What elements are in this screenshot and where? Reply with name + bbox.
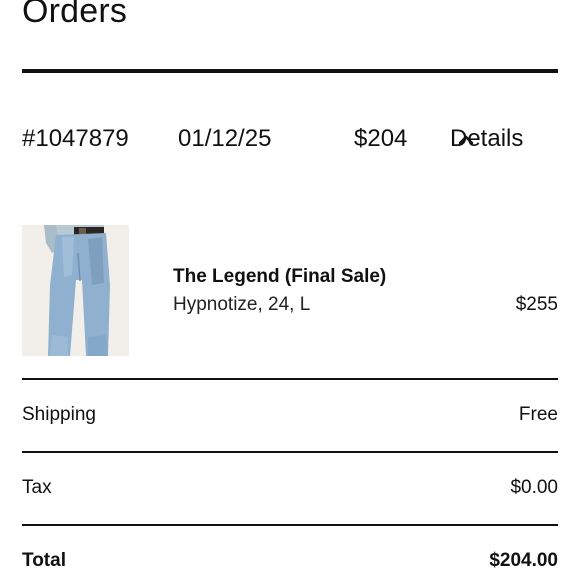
divider	[22, 378, 558, 380]
order-amount: $204	[354, 125, 408, 152]
divider	[22, 524, 558, 526]
tax-label: Tax	[22, 477, 52, 498]
page-title: Orders	[22, 0, 128, 30]
product-image[interactable]	[22, 225, 129, 356]
tax-value: $0.00	[510, 477, 558, 498]
order-date: 01/12/25	[178, 125, 272, 152]
order-number: #1047879	[22, 125, 129, 152]
divider	[22, 451, 558, 453]
product-variant: Hypnotize, 24, L	[173, 294, 311, 315]
shipping-label: Shipping	[22, 404, 96, 425]
product-name[interactable]: The Legend (Final Sale)	[173, 265, 386, 289]
title-divider	[22, 69, 558, 73]
total-value: $204.00	[489, 550, 558, 571]
total-label: Total	[22, 550, 66, 571]
shipping-value: Free	[518, 404, 558, 425]
order-header-row[interactable]: #1047879 01/12/25 $204 Details	[0, 124, 580, 154]
chevron-up-icon	[458, 124, 474, 154]
product-price: $255	[515, 294, 558, 315]
